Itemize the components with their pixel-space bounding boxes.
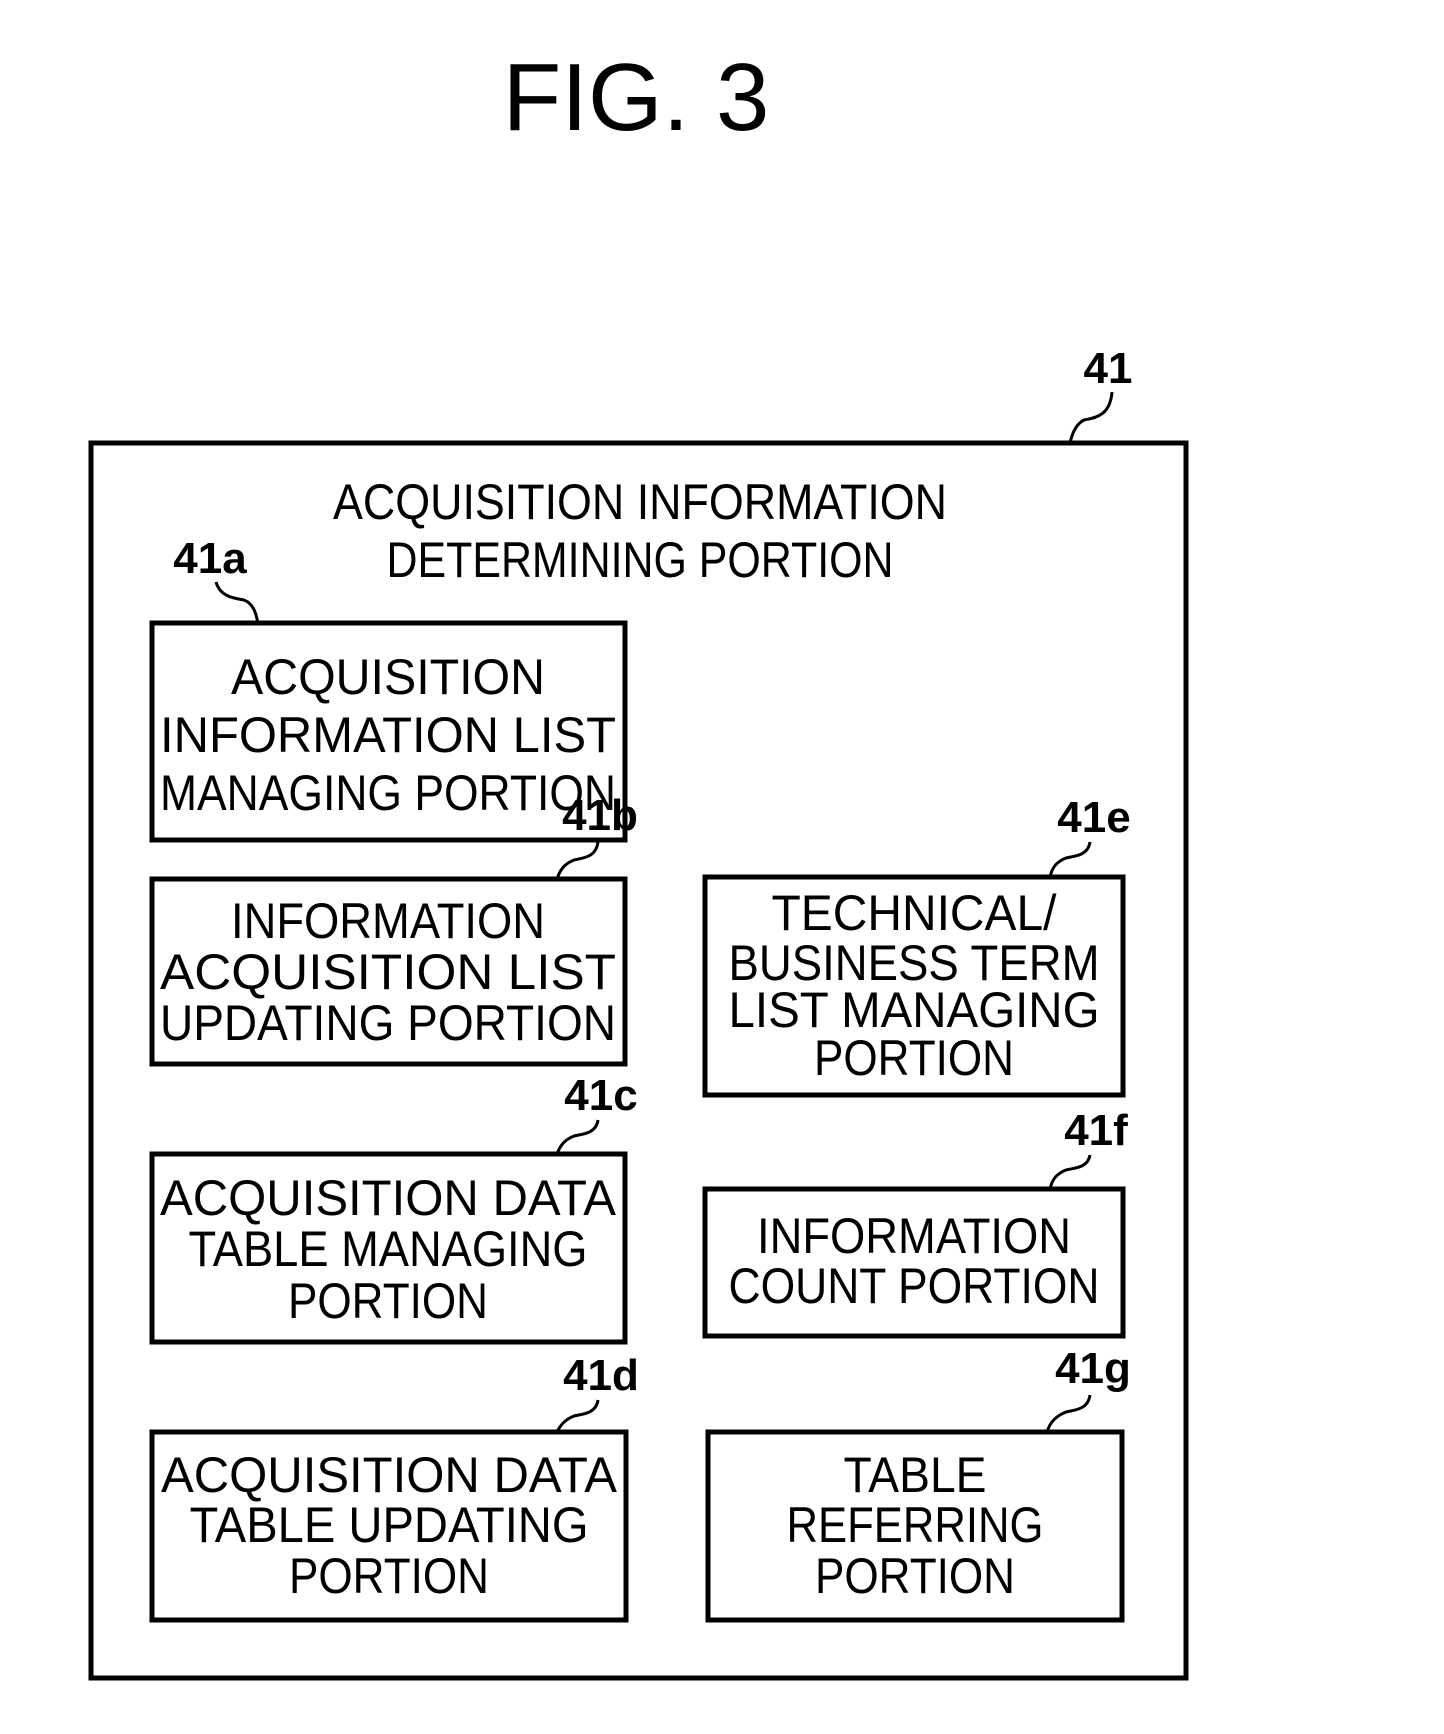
block-41d-line-2: TABLE UPDATING (190, 1497, 589, 1553)
block-41a-line-2: INFORMATION LIST (160, 707, 616, 763)
reference-label-41d: 41d (563, 1351, 639, 1400)
reference-label-41c: 41c (564, 1071, 637, 1120)
reference-label-41a: 41a (173, 534, 247, 583)
block-41a-line-3: MANAGING PORTION (160, 765, 616, 821)
block-41g-line-1: TABLE (844, 1447, 987, 1503)
block-41e-line-4: PORTION (814, 1030, 1014, 1086)
figure-title: FIG. 3 (503, 44, 770, 151)
block-41c-line-3: PORTION (288, 1273, 488, 1329)
reference-label-41g: 41g (1055, 1344, 1131, 1393)
block-41d-line-1: ACQUISITION DATA (161, 1447, 618, 1503)
outer-block-title-line-1: ACQUISITION INFORMATION (333, 474, 947, 530)
reference-label-41b: 41b (562, 791, 638, 840)
block-41d-line-3: PORTION (289, 1548, 489, 1604)
block-41f-line-1: INFORMATION (757, 1208, 1071, 1264)
block-41b-line-2: ACQUISITION LIST (160, 944, 616, 1000)
block-41c-line-1: ACQUISITION DATA (160, 1170, 617, 1226)
block-41c-line-2: TABLE MANAGING (189, 1221, 588, 1277)
reference-label-41f: 41f (1064, 1106, 1128, 1155)
block-41e-line-1: TECHNICAL/ (772, 885, 1057, 941)
block-41f-line-2: COUNT PORTION (729, 1258, 1100, 1314)
block-41a-line-1: ACQUISITION (231, 649, 545, 705)
leader-line-41 (1068, 391, 1114, 444)
reference-label-41: 41 (1084, 344, 1133, 393)
block-41b-line-3: UPDATING PORTION (160, 995, 616, 1051)
block-41g-line-3: PORTION (815, 1548, 1015, 1604)
patent-figure: FIG. 3 41 ACQUISITION INFORMATION DETERM… (88, 44, 1189, 1681)
outer-block-title-line-2: DETERMINING PORTION (387, 532, 894, 588)
block-41g-line-2: REFERRING (787, 1497, 1044, 1553)
reference-label-41e: 41e (1057, 793, 1130, 842)
block-41b-line-1: INFORMATION (231, 893, 545, 949)
